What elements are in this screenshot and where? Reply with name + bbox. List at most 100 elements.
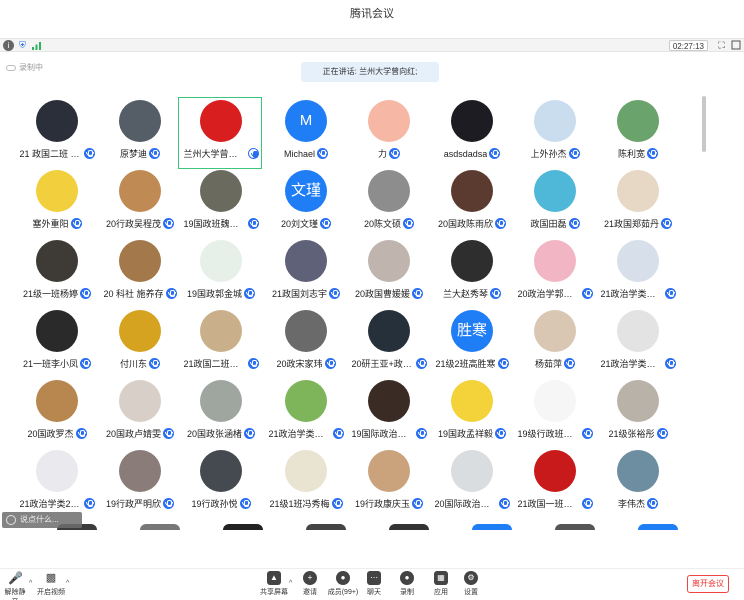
- chat-input[interactable]: 说点什么...: [2, 512, 82, 528]
- participant-tile[interactable]: 20政国曹媛媛: [346, 237, 430, 309]
- participant-tile[interactable]: asdsdadsa: [429, 97, 513, 169]
- participant-tile[interactable]: 19行政孙悦: [178, 447, 262, 519]
- participant-tile[interactable]: 21政治学类2班...: [14, 447, 98, 519]
- mic-muted-icon: [163, 218, 174, 230]
- participant-tile[interactable]: 20国政卢婧雯: [97, 377, 181, 449]
- participant-tile[interactable]: 原梦迪: [97, 97, 181, 169]
- avatar: [534, 310, 576, 352]
- participant-tile[interactable]: 21政国郑茹丹: [595, 167, 679, 239]
- participant-tile[interactable]: 兰州大学曾向红: [178, 97, 262, 169]
- avatar: [200, 170, 242, 212]
- participant-tile[interactable]: 21政国刘志宇: [263, 237, 347, 309]
- participant-tile[interactable]: 20政治学郭玉朵: [512, 237, 596, 309]
- participant-tile[interactable]: 19国政郭金城: [178, 237, 262, 309]
- mic-muted-icon: [498, 498, 510, 510]
- participant-tile[interactable]: 20国政张涵楮: [178, 377, 262, 449]
- participant-name-row: 19国际政治薛纪澜: [347, 426, 431, 440]
- chat-button[interactable]: ⋯ 聊天: [365, 571, 383, 597]
- record-button[interactable]: ● 录制: [398, 571, 416, 597]
- chevron-up-icon[interactable]: ^: [289, 580, 292, 587]
- participant-name-row: 21级一班杨婷: [15, 286, 99, 300]
- participant-tile[interactable]: 21级张裕彤: [595, 377, 679, 449]
- participant-name: 21政治学类2班...: [19, 498, 82, 509]
- mic-muted-icon: [239, 498, 251, 510]
- participant-tile[interactable]: 20 科社 施养存: [97, 237, 181, 309]
- participant-tile[interactable]: 21政治学类二班张...: [595, 307, 679, 379]
- participant-name-row: 19国政班魏周新龙: [179, 216, 263, 230]
- participant-name-row: 力: [347, 146, 431, 160]
- participant-name: 杨茹萍: [534, 358, 562, 369]
- mic-muted-icon: [495, 428, 506, 440]
- participant-tile[interactable]: 21级一班杨婷: [14, 237, 98, 309]
- video-off-icon: ▩: [45, 572, 57, 584]
- chevron-up-icon[interactable]: ^: [66, 580, 69, 587]
- share-screen-button[interactable]: ▲ 共享屏幕: [259, 571, 289, 597]
- participant-tile[interactable]: 20政宋家玮: [263, 307, 347, 379]
- participant-name-row: 李伟杰: [596, 496, 680, 510]
- leave-meeting-button[interactable]: 离开会议: [687, 575, 729, 593]
- participant-tile[interactable]: 20国际政治王侃年: [429, 447, 513, 519]
- participant-tile[interactable]: 19级行政班叶尔...: [512, 377, 596, 449]
- participant-tile[interactable]: 20陈文硕: [346, 167, 430, 239]
- mic-muted-icon: [389, 148, 400, 160]
- unmute-button[interactable]: 🎤 解除静音: [2, 571, 28, 600]
- invite-button[interactable]: + 邀请: [300, 571, 320, 597]
- participant-tile[interactable]: 力: [346, 97, 430, 169]
- participant-tile[interactable]: 19行政康庆玉: [346, 447, 430, 519]
- participant-tile[interactable]: M Michael: [263, 97, 347, 169]
- members-icon: ●: [336, 571, 350, 585]
- participant-tile[interactable]: 上外孙杰: [512, 97, 596, 169]
- participant-tile[interactable]: 文瑾 20刘文瑾: [263, 167, 347, 239]
- participant-name-row: 20国政陈雨欣: [430, 216, 514, 230]
- chevron-up-icon[interactable]: ^: [29, 580, 32, 587]
- participant-tile[interactable]: 21政治学类二班...: [595, 237, 679, 309]
- avatar: [200, 100, 242, 142]
- participant-tile[interactable]: 胜寒 21级2班高胜寒: [429, 307, 513, 379]
- speaking-banner: 正在讲话: 兰州大学曾向红;: [301, 62, 439, 82]
- participant-tile[interactable]: 21级1班冯秀梅: [263, 447, 347, 519]
- participant-name: 21政治学类二班...: [600, 288, 663, 299]
- mic-muted-icon: [581, 288, 593, 300]
- participant-tile[interactable]: 21政国一班梁宵华: [512, 447, 596, 519]
- fullscreen-icon[interactable]: ⛶: [716, 40, 727, 51]
- participant-name-row: 杨茹萍: [513, 356, 597, 370]
- participant-name: 19行政孙悦: [191, 498, 238, 509]
- grid-scrollbar[interactable]: [702, 96, 706, 152]
- participant-tile[interactable]: 塞外重阳: [14, 167, 98, 239]
- participant-tile[interactable]: 付川东: [97, 307, 181, 379]
- participant-tile[interactable]: 21 政国二班 刘...: [14, 97, 98, 169]
- mic-muted-icon: [581, 498, 593, 510]
- info-icon[interactable]: i: [3, 40, 14, 51]
- participant-tile[interactable]: 20行政吴程茂: [97, 167, 181, 239]
- participant-name: Michael: [283, 148, 315, 159]
- participant-tile[interactable]: 21政治学类二班...: [263, 377, 347, 449]
- participant-tile[interactable]: 政国田磊: [512, 167, 596, 239]
- members-button[interactable]: ● 成员(99+): [326, 571, 360, 597]
- participant-tile[interactable]: 陈利宽: [595, 97, 679, 169]
- participant-tile[interactable]: 20国政罗杰: [14, 377, 98, 449]
- signal-icon[interactable]: [31, 40, 42, 51]
- avatar-letter: 文瑾: [290, 182, 321, 199]
- avatar: [368, 100, 410, 142]
- participant-tile[interactable]: 20国政陈雨欣: [429, 167, 513, 239]
- grid-view-icon[interactable]: [730, 40, 741, 51]
- participant-tile[interactable]: 20研王亚+政国院: [346, 307, 430, 379]
- avatar: [451, 380, 493, 422]
- participant-tile[interactable]: 李伟杰: [595, 447, 679, 519]
- settings-button[interactable]: ⚙ 设置: [462, 571, 480, 597]
- participant-tile[interactable]: 19国政孟祥毅: [429, 377, 513, 449]
- apps-button[interactable]: ▦ 应用: [432, 571, 450, 597]
- emoji-icon[interactable]: [6, 515, 16, 525]
- participant-tile[interactable]: 21一班李小凤: [14, 307, 98, 379]
- shield-icon[interactable]: ⛨: [17, 40, 28, 51]
- participant-name-row: 21政国一班梁宵华: [513, 496, 597, 510]
- participant-name-row: 20政治学郭玉朵: [513, 286, 597, 300]
- participant-tile[interactable]: 兰大赵秀琴: [429, 237, 513, 309]
- participant-tile[interactable]: 19行政严明欣: [97, 447, 181, 519]
- start-video-button[interactable]: ▩ 开启视频: [37, 571, 65, 597]
- participant-tile[interactable]: 19国政班魏周新龙: [178, 167, 262, 239]
- participant-name-row: 20国际政治王侃年: [430, 496, 514, 510]
- participant-tile[interactable]: 19国际政治薛纪澜: [346, 377, 430, 449]
- participant-tile[interactable]: 21政国二班李辉: [178, 307, 262, 379]
- participant-tile[interactable]: 杨茹萍: [512, 307, 596, 379]
